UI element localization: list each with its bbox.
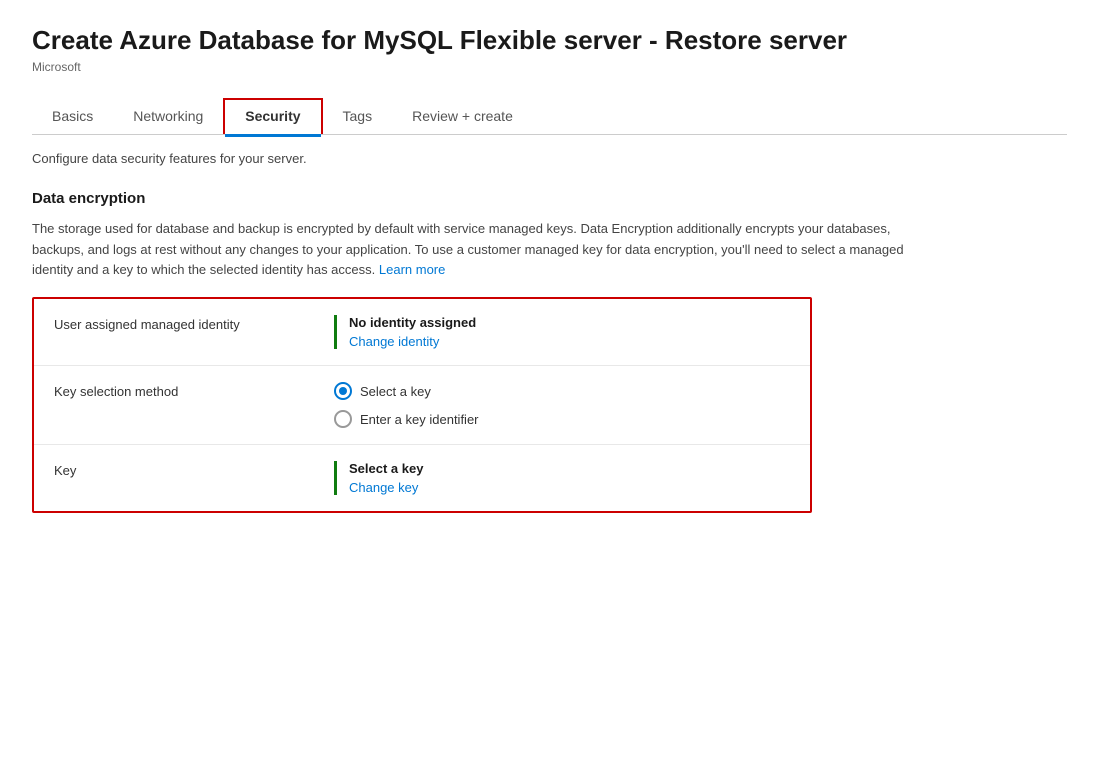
encryption-body-text: The storage used for database and backup… — [32, 219, 932, 281]
user-identity-value-text: No identity assigned — [349, 315, 790, 330]
tab-security[interactable]: Security — [223, 98, 322, 134]
key-value-text: Select a key — [349, 461, 790, 476]
key-selection-value: Select a key Enter a key identifier — [334, 382, 790, 428]
user-identity-value: No identity assigned Change identity — [334, 315, 790, 349]
radio-select-key-circle — [334, 382, 352, 400]
key-selection-row: Key selection method Select a key Enter … — [34, 366, 810, 445]
learn-more-link[interactable]: Learn more — [379, 262, 445, 277]
key-selection-radio-group: Select a key Enter a key identifier — [334, 382, 790, 428]
section-description: Configure data security features for you… — [32, 151, 1067, 166]
key-value: Select a key Change key — [334, 461, 790, 495]
key-row: Key Select a key Change key — [34, 445, 810, 511]
encryption-section-title: Data encryption — [32, 190, 1067, 207]
radio-select-key-label: Select a key — [360, 384, 431, 399]
tab-tags[interactable]: Tags — [323, 100, 393, 134]
page-subtitle: Microsoft — [32, 60, 1067, 74]
user-identity-row: User assigned managed identity No identi… — [34, 299, 810, 366]
radio-select-key[interactable]: Select a key — [334, 382, 790, 400]
change-key-link[interactable]: Change key — [349, 480, 418, 495]
tab-basics[interactable]: Basics — [32, 100, 113, 134]
change-identity-link[interactable]: Change identity — [349, 334, 439, 349]
radio-enter-identifier-circle — [334, 410, 352, 428]
radio-select-key-dot — [339, 387, 347, 395]
tab-networking[interactable]: Networking — [113, 100, 223, 134]
data-encryption-panel: User assigned managed identity No identi… — [32, 297, 812, 513]
page-title: Create Azure Database for MySQL Flexible… — [32, 24, 1067, 58]
key-label: Key — [54, 461, 334, 478]
user-identity-label: User assigned managed identity — [54, 315, 334, 332]
tab-review-create[interactable]: Review + create — [392, 100, 533, 134]
key-selection-label: Key selection method — [54, 382, 334, 399]
tabs-nav: Basics Networking Security Tags Review +… — [32, 98, 1067, 135]
radio-enter-identifier[interactable]: Enter a key identifier — [334, 410, 790, 428]
radio-enter-identifier-label: Enter a key identifier — [360, 412, 479, 427]
